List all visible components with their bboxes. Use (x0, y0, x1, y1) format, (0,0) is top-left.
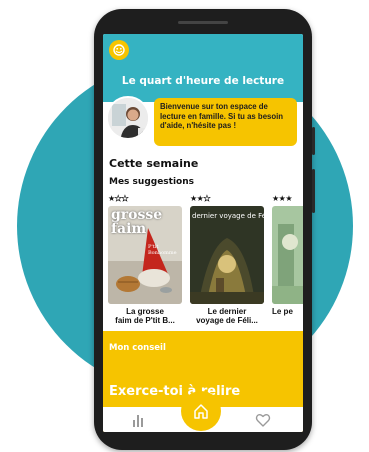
book-card[interactable]: ★★★ Le pe (272, 194, 303, 316)
section-title-week: Cette semaine (109, 157, 199, 170)
book-title-line1: La grosse (126, 307, 164, 316)
cover-subtitle: P'tit Bonhomme (148, 244, 177, 256)
bottom-nav (103, 391, 303, 432)
app-logo-icon[interactable] (109, 40, 129, 60)
book-title-line1: Le pe (272, 307, 293, 316)
difficulty-stars: ★★★ (108, 194, 129, 204)
heart-icon[interactable] (255, 412, 271, 428)
book-cover[interactable]: grosse faim P'tit Bonhomme (108, 206, 182, 304)
suggestions-carousel[interactable]: ★★★ grosse faim P'tit Bonhomme La grosse… (108, 194, 303, 334)
book-cover[interactable] (272, 206, 303, 304)
book-cover[interactable]: dernier voyage de Félic (190, 206, 264, 304)
section-title-suggestions: Mes suggestions (109, 177, 194, 187)
guide-row: Bienvenue sur ton espace de lecture en f… (103, 96, 303, 146)
app-screen: Le quart d'heure de lecture Bienvenue su… (103, 34, 303, 432)
guide-message-bubble: Bienvenue sur ton espace de lecture en f… (154, 98, 297, 146)
book-title-line1: Le dernier (207, 307, 247, 316)
book-title-line2: voyage de Féli... (196, 316, 258, 325)
stats-icon[interactable] (131, 412, 147, 428)
advice-text: Exerce-toi à relire (109, 384, 241, 399)
cover-title: grosse faim (111, 207, 163, 237)
power-button (312, 169, 315, 213)
home-icon[interactable] (181, 391, 221, 431)
header-title: Le quart d'heure de lecture (121, 75, 285, 87)
difficulty-stars: ★★★ (190, 194, 211, 204)
speaker (178, 21, 228, 24)
guide-avatar (106, 96, 150, 140)
advice-label: Mon conseil (109, 343, 166, 353)
phone-frame: Le quart d'heure de lecture Bienvenue su… (94, 9, 315, 450)
book-title-line2: faim de P'tit B... (115, 316, 175, 325)
volume-button (312, 127, 315, 155)
book-card[interactable]: ★★★ dernier voyage de Félic Le dernier v… (190, 194, 264, 325)
difficulty-stars: ★★★ (272, 194, 293, 203)
cover-title: dernier voyage de Félic (192, 212, 264, 220)
app-header: Le quart d'heure de lecture (103, 34, 303, 102)
book-card[interactable]: ★★★ grosse faim P'tit Bonhomme La grosse… (108, 194, 182, 325)
